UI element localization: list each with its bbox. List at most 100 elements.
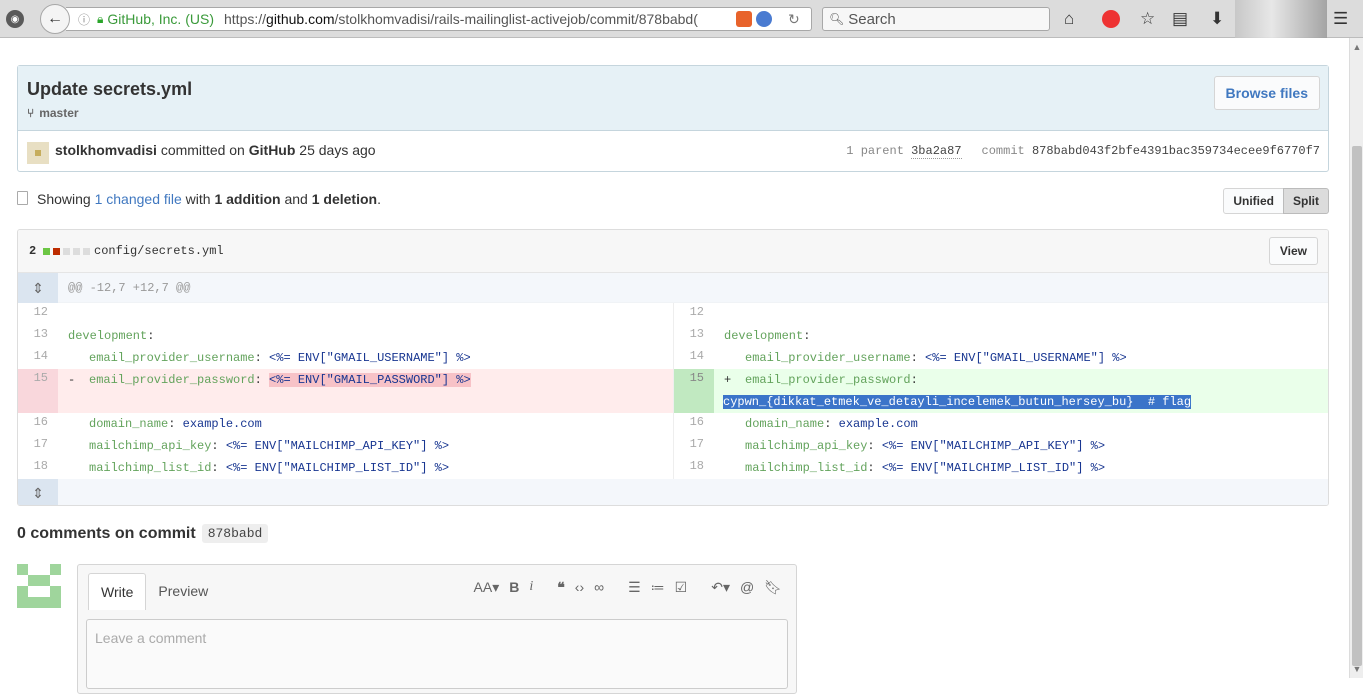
code-line: domain_name: example.com (745, 417, 918, 431)
unified-button[interactable]: Unified (1223, 188, 1284, 214)
task-list-icon[interactable]: ☑ (675, 579, 688, 596)
yaml-colon: : (910, 351, 918, 365)
line-number[interactable]: 17 (674, 435, 714, 457)
info-icon[interactable]: ⓘ (78, 11, 90, 28)
commit-time: 25 days ago (299, 142, 376, 158)
diff-table: 12 13 development: 14 email_provider_use… (18, 303, 1328, 479)
search-placeholder: Search (848, 10, 896, 28)
tab-write[interactable]: Write (88, 573, 147, 610)
site-identity[interactable]: GitHub, Inc. (US) (107, 11, 214, 27)
menu-icon[interactable]: ☰ (1333, 9, 1348, 29)
home-icon[interactable]: ⌂ (1064, 9, 1074, 29)
yaml-colon: : (211, 461, 219, 475)
line-number[interactable]: 14 (674, 347, 714, 369)
line-number[interactable]: 15 (674, 369, 714, 413)
text-size-icon[interactable]: AA▾ (474, 579, 500, 596)
yaml-key: mailchimp_api_key (745, 439, 868, 453)
line-number[interactable]: 18 (18, 457, 58, 479)
link-icon[interactable]: ∞ (594, 579, 604, 596)
view-file-button[interactable]: View (1268, 237, 1318, 265)
reply-icon[interactable]: ↶▾ (711, 579, 730, 596)
line-number[interactable]: 15 (18, 369, 58, 413)
code-line: mailchimp_api_key: <%= ENV["MAILCHIMP_AP… (89, 439, 449, 453)
file-icon (17, 191, 28, 205)
line-number[interactable]: 13 (674, 325, 714, 347)
file-diff: 2 config/secrets.yml View ⇕ @@ -12,7 +12… (17, 229, 1329, 506)
line-number[interactable]: 18 (674, 457, 714, 479)
yaml-key: email_provider_password (89, 373, 255, 387)
split-button[interactable]: Split (1283, 188, 1329, 214)
deletion-marker: - (68, 373, 76, 387)
commit-box: Update secrets.yml ⑂ master Browse files… (17, 65, 1329, 172)
avatar-pixel (28, 575, 39, 586)
url-text[interactable]: https://github.com/stolkhomvadisi/rails-… (224, 11, 724, 27)
line-number[interactable]: 13 (18, 325, 58, 347)
lock-icon[interactable]: 🔒︎ (97, 12, 103, 27)
url-scheme: https:// (224, 11, 267, 27)
bookmark-icon[interactable]: 🔖︎ (764, 579, 782, 596)
url-path: /stolkhomvadisi/rails-mailinglist-active… (334, 11, 698, 27)
showing-text: Showing (37, 191, 91, 207)
scroll-thumb[interactable] (1352, 146, 1362, 666)
scroll-down-icon[interactable]: ▼ (1350, 662, 1363, 676)
back-button[interactable]: ← (40, 4, 70, 34)
reader-icon[interactable]: ▤ (1172, 9, 1188, 29)
download-icon[interactable]: ⬇ (1210, 9, 1224, 29)
reload-icon[interactable]: ↻ (788, 11, 800, 28)
page-scrollbar[interactable]: ▲ ▼ (1349, 38, 1363, 678)
bullet-list-icon[interactable]: ☰ (628, 579, 641, 596)
code-line: cypwn_{dikkat_etmek_ve_detayli_incelemek… (723, 395, 1192, 409)
numbered-list-icon[interactable]: ≔ (651, 579, 665, 596)
yaml-value: <%= ENV["MAILCHIMP_API_KEY"] %> (225, 439, 450, 453)
quote-icon[interactable]: ❝ (557, 579, 565, 596)
diff-line: 17 mailchimp_api_key: <%= ENV["MAILCHIMP… (674, 435, 1328, 457)
avatar[interactable] (17, 564, 61, 608)
file-path[interactable]: config/secrets.yml (94, 244, 224, 258)
code-line: + (724, 373, 731, 387)
deleted-value: <%= ENV["GMAIL_PASSWORD"] %> (269, 373, 471, 387)
code-line: email_provider_password: <%= ENV["GMAIL_… (89, 373, 471, 387)
yaml-key: email_provider_password (745, 373, 911, 387)
yaml-colon: : (824, 417, 832, 431)
selected-flag-text[interactable]: cypwn_{dikkat_etmek_ve_detayli_incelemek… (723, 395, 1192, 409)
theme-background-image (1235, 0, 1327, 38)
tab-preview[interactable]: Preview (146, 573, 220, 610)
diff-line-deleted: 15 - email_provider_password: <%= ENV["G… (18, 369, 674, 413)
mention-icon[interactable]: @ (740, 579, 754, 596)
code-line: mailchimp_list_id: <%= ENV["MAILCHIMP_LI… (89, 461, 449, 475)
diffstat-del-block (53, 247, 61, 255)
star-icon[interactable]: ☆ (1140, 9, 1155, 29)
diffstat-count: 2 (29, 244, 37, 258)
extension-icon[interactable] (1102, 10, 1120, 28)
line-number[interactable]: 17 (18, 435, 58, 457)
url-bar[interactable]: ⓘ 🔒︎ GitHub, Inc. (US) https://github.co… (66, 7, 812, 31)
branch-name[interactable]: master (39, 106, 78, 120)
bold-icon[interactable]: B (509, 579, 519, 596)
yaml-colon: : (254, 351, 262, 365)
scroll-up-icon[interactable]: ▲ (1350, 40, 1363, 54)
extension-icon[interactable] (756, 11, 772, 27)
expand-down-icon[interactable]: ⇕ (18, 479, 58, 505)
avatar[interactable] (27, 142, 49, 164)
parent-sha-link[interactable]: 3ba2a87 (911, 144, 962, 159)
browse-files-button[interactable]: Browse files (1213, 76, 1320, 110)
line-number[interactable]: 16 (674, 413, 714, 435)
line-number[interactable]: 12 (18, 303, 58, 325)
changed-files-link[interactable]: 1 changed file (95, 191, 182, 207)
code-icon[interactable]: ‹› (575, 579, 584, 596)
italic-icon[interactable]: i (529, 579, 533, 596)
comment-form: Write Preview AA▾ B i ❝ ‹› ∞ ☰ ≔ ☑ ↶▾ @ … (77, 564, 797, 694)
yaml-value: example.com (838, 417, 918, 431)
markdown-toolbar: AA▾ B i ❝ ‹› ∞ ☰ ≔ ☑ ↶▾ @ 🔖︎ (460, 579, 782, 596)
expand-up-icon[interactable]: ⇕ (18, 273, 58, 303)
comment-textarea[interactable]: Leave a comment (86, 619, 788, 689)
line-number[interactable]: 14 (18, 347, 58, 369)
line-number[interactable]: 12 (674, 303, 714, 325)
search-input[interactable]: 🔍︎ Search (822, 7, 1050, 31)
line-number[interactable]: 16 (18, 413, 58, 435)
browser-toolbar: ◉ ⓘ 🔒︎ GitHub, Inc. (US) https://github.… (0, 0, 1363, 38)
rss-icon[interactable]: ◉ (6, 10, 24, 28)
hunk-header-text: @@ -12,7 +12,7 @@ (68, 281, 191, 295)
extension-icon[interactable] (736, 11, 752, 27)
author-link[interactable]: stolkhomvadisi (55, 142, 157, 158)
